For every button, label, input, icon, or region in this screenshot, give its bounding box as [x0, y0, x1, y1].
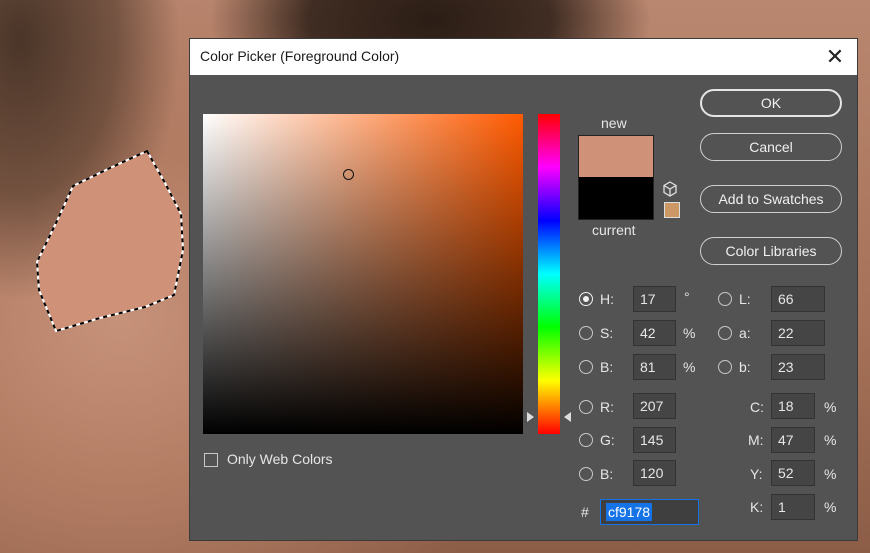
color-libraries-button[interactable]: Color Libraries	[700, 237, 842, 265]
brightness-radio[interactable]	[579, 360, 593, 374]
yellow-unit: %	[824, 466, 837, 482]
red-input[interactable]: 207	[633, 393, 676, 419]
hue-slider-left-arrow-icon[interactable]	[527, 412, 534, 422]
hue-label: H:	[600, 291, 614, 307]
ok-button[interactable]: OK	[700, 89, 842, 117]
web-safe-color-swatch[interactable]	[664, 202, 680, 218]
close-icon[interactable]: ✕	[813, 39, 857, 75]
red-radio[interactable]	[579, 400, 593, 414]
hue-slider-right-arrow-icon[interactable]	[564, 412, 571, 422]
cyan-unit: %	[824, 399, 837, 415]
only-web-colors-checkbox[interactable]	[204, 453, 218, 467]
selection-fill	[35, 149, 185, 333]
lab-l-radio[interactable]	[718, 292, 732, 306]
yellow-input[interactable]: 52	[771, 460, 815, 486]
blue-radio[interactable]	[579, 467, 593, 481]
only-web-colors-label: Only Web Colors	[227, 451, 333, 467]
lab-a-radio[interactable]	[718, 326, 732, 340]
current-color-swatch[interactable]	[578, 177, 654, 220]
blue-input[interactable]: 120	[633, 460, 676, 486]
green-input[interactable]: 145	[633, 427, 676, 453]
magenta-input[interactable]: 47	[771, 427, 815, 453]
title-bar: Color Picker (Foreground Color) ✕	[190, 39, 857, 75]
yellow-label: Y:	[750, 466, 763, 482]
color-field-cursor[interactable]	[343, 169, 354, 180]
black-label: K:	[750, 499, 764, 515]
lab-b-radio[interactable]	[718, 360, 732, 374]
brightness-input[interactable]: 81	[633, 354, 676, 380]
cyan-input[interactable]: 18	[771, 393, 815, 419]
color-picker-dialog: Color Picker (Foreground Color) ✕ new cu…	[190, 39, 857, 540]
saturation-input[interactable]: 42	[633, 320, 676, 346]
hue-unit: °	[684, 289, 690, 305]
magenta-unit: %	[824, 432, 837, 448]
black-unit: %	[824, 499, 837, 515]
current-label: current	[592, 222, 636, 238]
lab-l-input[interactable]: 66	[771, 286, 825, 312]
lab-a-input[interactable]: 22	[771, 320, 825, 346]
green-radio[interactable]	[579, 433, 593, 447]
saturation-radio[interactable]	[579, 326, 593, 340]
hex-input[interactable]: cf9178	[600, 499, 699, 525]
magenta-label: M:	[748, 432, 764, 448]
brightness-unit: %	[683, 359, 696, 375]
add-to-swatches-button[interactable]: Add to Swatches	[700, 185, 842, 213]
hex-label: #	[581, 504, 589, 520]
hue-slider[interactable]	[538, 114, 560, 434]
saturation-unit: %	[683, 325, 696, 341]
hue-input[interactable]: 17	[633, 286, 676, 312]
lab-b-input[interactable]: 23	[771, 354, 825, 380]
black-input[interactable]: 1	[771, 494, 815, 520]
blue-label: B:	[600, 466, 614, 482]
green-label: G:	[600, 432, 615, 448]
hue-radio[interactable]	[579, 292, 593, 306]
lab-b-label: b:	[739, 359, 751, 375]
cyan-label: C:	[750, 399, 764, 415]
brightness-label: B:	[600, 359, 614, 375]
hex-value-selected: cf9178	[606, 503, 653, 521]
cancel-button[interactable]: Cancel	[700, 133, 842, 161]
saturation-label: S:	[600, 325, 614, 341]
red-label: R:	[600, 399, 614, 415]
cube-icon[interactable]	[662, 181, 678, 197]
lab-a-label: a:	[739, 325, 751, 341]
lab-l-label: L:	[739, 291, 751, 307]
new-color-swatch	[578, 135, 654, 178]
color-field[interactable]	[203, 114, 523, 434]
new-label: new	[601, 115, 627, 131]
dialog-title: Color Picker (Foreground Color)	[200, 48, 400, 64]
